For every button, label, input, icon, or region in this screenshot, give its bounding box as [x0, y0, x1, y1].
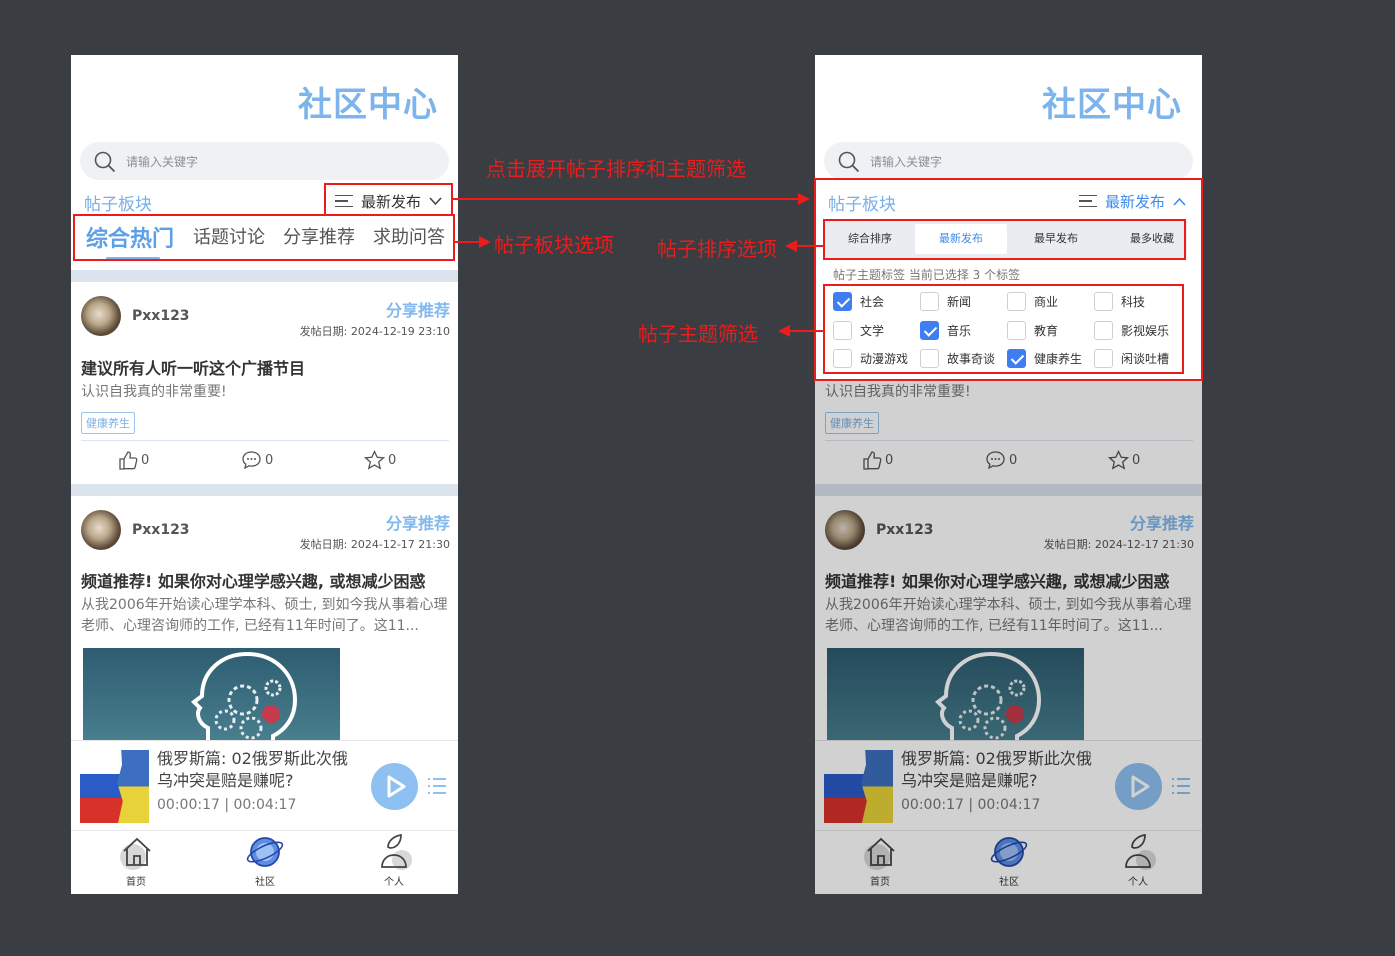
- arrow-line: [453, 198, 800, 200]
- annotation-sort: 帖子排序选项: [657, 237, 777, 261]
- post-title: 频道推荐! 如果你对心理学感兴趣, 或想减少困惑: [81, 572, 426, 591]
- play-button[interactable]: [371, 763, 418, 810]
- app-title: 社区中心: [1042, 85, 1182, 125]
- like-count: 0: [141, 452, 150, 468]
- person-icon: [381, 834, 412, 870]
- post-excerpt: 从我2006年开始读心理学本科、硕士, 到如今我从事着心理老师、心理咨询师的工作…: [81, 597, 448, 634]
- post-excerpt: 认识自我真的非常重要!: [81, 384, 227, 400]
- search-placeholder: 请输入关键字: [126, 155, 199, 169]
- audio-player[interactable]: 俄罗斯篇: 02俄罗斯此次俄 乌冲突是赔是赚呢? 00:00:17 | 00:04…: [71, 740, 458, 830]
- star-icon: [364, 450, 385, 470]
- highlight-sort-toggle: [324, 183, 453, 216]
- section-label: 帖子板块: [84, 195, 152, 215]
- dim-overlay[interactable]: [815, 381, 1202, 894]
- search-placeholder: 请输入关键字: [870, 155, 943, 169]
- tabbar-community[interactable]: 社区: [235, 833, 295, 888]
- divider-gap: [71, 484, 458, 496]
- arrow-line: [455, 241, 481, 243]
- comment-count: 0: [265, 452, 274, 468]
- post-title: 建议所有人听一听这个广播节目: [81, 359, 306, 378]
- phone-screen-default: 社区中心 请输入关键字 帖子板块 最新发布 综合热门 话题讨论 分享推荐 求助问…: [71, 55, 458, 894]
- search-icon: [94, 151, 116, 173]
- highlight-board-tabs: [73, 214, 455, 261]
- post-date: 发帖日期: 2024-12-19 23:10: [299, 325, 450, 338]
- annotation-topic: 帖子主题筛选: [638, 322, 758, 346]
- thumbs-up-icon: [119, 451, 138, 470]
- arrow-line: [795, 245, 823, 247]
- tabbar-home[interactable]: 首页: [106, 833, 166, 888]
- tabbar-profile[interactable]: 个人: [364, 833, 424, 888]
- planet-icon: [246, 837, 284, 867]
- highlight-sort-options: [823, 219, 1186, 260]
- bottom-tab-bar: 首页 社区 个人: [71, 830, 458, 894]
- arrow-line: [788, 330, 823, 332]
- post-username: Pxx123: [132, 522, 190, 538]
- play-icon: [387, 775, 406, 798]
- post-tag[interactable]: 健康养生: [81, 412, 135, 434]
- like-button[interactable]: 0: [118, 450, 149, 470]
- playlist-icon[interactable]: [427, 777, 447, 795]
- favorite-count: 0: [388, 452, 397, 468]
- comment-icon: [242, 451, 261, 470]
- search-input[interactable]: 请输入关键字: [824, 142, 1193, 180]
- arrow-right-icon: [479, 236, 491, 248]
- track-cover[interactable]: [80, 750, 149, 823]
- favorite-button[interactable]: 0: [364, 450, 396, 470]
- search-icon: [838, 151, 860, 173]
- home-icon: [120, 837, 151, 870]
- track-time: 00:00:17 | 00:04:17: [157, 797, 297, 813]
- divider-gap: [71, 270, 458, 282]
- post-date: 发帖日期: 2024-12-17 21:30: [299, 538, 450, 551]
- avatar[interactable]: [81, 510, 121, 550]
- highlight-topic-filter: [823, 284, 1184, 374]
- post-divider: [81, 440, 449, 441]
- search-input[interactable]: 请输入关键字: [80, 142, 449, 180]
- post-category: 分享推荐: [385, 301, 450, 320]
- post-username: Pxx123: [132, 308, 190, 324]
- annotation-expand: 点击展开帖子排序和主题筛选: [486, 157, 746, 181]
- arrow-right-icon: [798, 193, 810, 205]
- track-title: 俄罗斯篇: 02俄罗斯此次俄 乌冲突是赔是赚呢?: [157, 749, 348, 790]
- post-category: 分享推荐: [385, 514, 450, 533]
- app-title: 社区中心: [298, 85, 438, 125]
- avatar[interactable]: [81, 296, 121, 336]
- annotation-tabs: 帖子板块选项: [494, 233, 614, 257]
- comment-button[interactable]: 0: [241, 450, 273, 470]
